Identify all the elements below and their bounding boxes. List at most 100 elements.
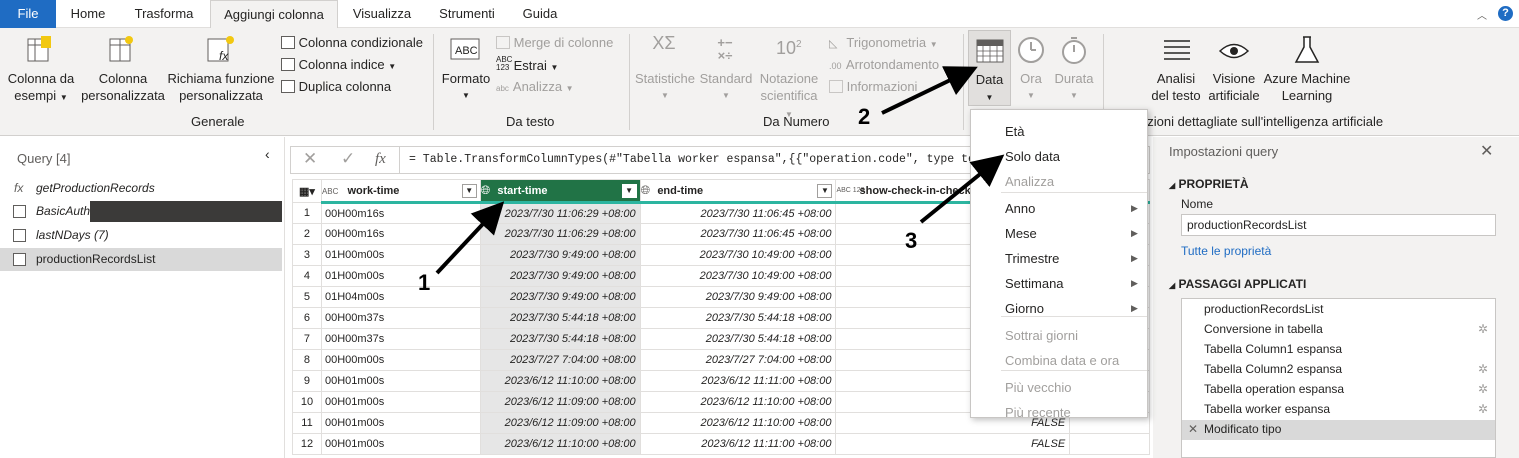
applied-steps-section[interactable]: ◢ PASSAGGI APPLICATI [1169,277,1306,291]
step-settings-gear-icon[interactable]: ✲ [1478,362,1488,376]
menu-item[interactable]: Età [1005,124,1025,139]
applied-step-item[interactable]: Tabella Column2 espansa [1204,362,1342,376]
cell-start-time[interactable]: 2023/6/12 11:10:00 +08:00 [479,370,641,392]
cell-end-time[interactable]: 2023/6/12 11:11:00 +08:00 [639,433,837,455]
formula-input[interactable]: = Table.TransformColumnTypes(#"Tabella w… [409,153,1003,166]
cell-end-time[interactable]: 2023/7/30 10:49:00 +08:00 [639,244,837,266]
cell-end-time[interactable]: 2023/7/30 5:44:18 +08:00 [639,307,837,329]
row-number[interactable]: 9 [292,370,322,392]
colonna-indice-button[interactable]: Colonna indice ▼ [281,56,396,76]
delete-step-icon[interactable]: ✕ [1188,422,1198,436]
row-number[interactable]: 10 [292,391,322,413]
data-button[interactable]: Data ▼ [968,30,1011,106]
visione-artificiale-button[interactable]: Visione artificiale [1206,70,1262,104]
menu-item[interactable]: Trimestre [1005,251,1059,266]
cell-start-time[interactable]: 2023/7/30 11:06:29 +08:00 [479,223,641,245]
query-item[interactable]: BasicAuth [0,200,282,223]
column-header-work-time[interactable]: ABC work-time ▼ [320,179,481,204]
collapse-panel-icon[interactable]: ‹ [265,146,270,162]
merge-colonne-button[interactable]: Merge di colonne [496,34,613,52]
applied-step-item[interactable]: Tabella operation espansa [1204,382,1344,396]
column-header-end-time[interactable]: 🌐︎ end-time ▼ [639,179,837,204]
applied-step-item[interactable]: Tabella Column1 espansa [1204,342,1342,356]
statistiche-button[interactable]: Statistiche ▼ [633,70,697,104]
query-name-input[interactable]: productionRecordsList [1181,214,1496,236]
colonna-condizionale-button[interactable]: Colonna condizionale [281,34,423,52]
cell-work-time[interactable]: 00H00m16s [320,223,481,245]
filter-dropdown-icon[interactable]: ▼ [461,184,477,198]
arrotondamento-button[interactable]: .00 Arrotondamento [829,56,939,75]
colonna-da-esempi-button[interactable]: Colonna da esempi ▼ [2,70,80,106]
cell-work-time[interactable]: 00H00m00s [320,349,481,371]
tab-home[interactable]: Home [60,0,116,28]
cell-end-time[interactable]: 2023/7/30 11:06:45 +08:00 [639,202,837,224]
table-menu-icon[interactable]: ▦▾ [292,179,322,203]
analizza-button[interactable]: abc Analizza ▼ [496,78,574,98]
cell-work-time[interactable]: 01H00m00s [320,265,481,287]
cancel-formula-icon[interactable]: ✕ [303,149,317,169]
cell-end-time[interactable]: 2023/6/12 11:11:00 +08:00 [639,370,837,392]
cell-show-check-in[interactable]: FALSE [835,433,1071,455]
applied-step-item[interactable]: Modificato tipo [1204,422,1281,436]
cell-start-time[interactable]: 2023/7/30 11:06:29 +08:00 [479,202,641,224]
cell-end-time[interactable]: 2023/7/27 7:04:00 +08:00 [639,349,837,371]
query-item-selected[interactable]: productionRecordsList [0,248,282,271]
query-item[interactable]: fx getProductionRecords [0,177,282,200]
step-settings-gear-icon[interactable]: ✲ [1478,402,1488,416]
tab-trasforma[interactable]: Trasforma [122,0,206,28]
column-header-start-time[interactable]: 🌐︎ start-time ▼ [479,179,641,204]
ora-button[interactable]: Ora ▼ [1012,70,1050,104]
row-number[interactable]: 5 [292,286,322,308]
cell-end-time[interactable]: 2023/7/30 5:44:18 +08:00 [639,328,837,350]
menu-item[interactable]: Giorno [1005,301,1044,316]
menu-item[interactable]: Settimana [1005,276,1064,291]
applied-step-item[interactable]: productionRecordsList [1204,302,1323,316]
applied-step-item[interactable]: Tabella worker espansa [1204,402,1330,416]
cell-start-time[interactable]: 2023/6/12 11:10:00 +08:00 [479,433,641,455]
tab-file[interactable]: File [0,0,56,28]
cell-start-time[interactable]: 2023/6/12 11:09:00 +08:00 [479,412,641,434]
cell-work-time[interactable]: 00H00m37s [320,307,481,329]
menu-item[interactable]: Anno [1005,201,1035,216]
row-number[interactable]: 12 [292,433,322,455]
durata-button[interactable]: Durata ▼ [1050,70,1098,104]
row-number[interactable]: 1 [292,202,322,224]
menu-item[interactable]: Sottrai giorni [1005,328,1078,343]
help-icon[interactable]: ? [1498,6,1513,21]
filter-dropdown-icon[interactable]: ▼ [621,184,637,198]
row-number[interactable]: 7 [292,328,322,350]
applied-step-item[interactable]: Conversione in tabella [1204,322,1323,336]
row-number[interactable]: 6 [292,307,322,329]
row-number[interactable]: 3 [292,244,322,266]
formato-button[interactable]: Formato ▼ [437,70,495,104]
cell-work-time[interactable]: 01H04m00s [320,286,481,308]
menu-item[interactable]: Più vecchio [1005,380,1071,395]
informazioni-button[interactable]: Informazioni [829,78,917,96]
cell-work-time[interactable]: 00H00m37s [320,328,481,350]
cell-end-time[interactable]: 2023/7/30 9:49:00 +08:00 [639,286,837,308]
cell-end-time[interactable]: 2023/6/12 11:10:00 +08:00 [639,412,837,434]
tab-strumenti[interactable]: Strumenti [428,0,506,28]
cell-end-time[interactable]: 2023/6/12 11:10:00 +08:00 [639,391,837,413]
menu-item[interactable]: Combina data e ora [1005,353,1119,368]
cell-work-time[interactable]: 00H00m16s [320,202,481,224]
tab-aggiungi-colonna[interactable]: Aggiungi colonna [210,0,338,29]
row-number[interactable]: 11 [292,412,322,434]
step-settings-gear-icon[interactable]: ✲ [1478,382,1488,396]
menu-item[interactable]: Solo data [1005,149,1060,164]
cell-start-time[interactable]: 2023/7/30 9:49:00 +08:00 [479,265,641,287]
cell-work-time[interactable]: 00H01m00s [320,412,481,434]
trigonometria-button[interactable]: ◺ Trigonometria ▼ [829,34,938,54]
colonna-personalizzata-button[interactable]: Colonna personalizzata [80,70,166,104]
step-settings-gear-icon[interactable]: ✲ [1478,322,1488,336]
all-properties-link[interactable]: Tutte le proprietà [1181,244,1271,258]
row-number[interactable]: 2 [292,223,322,245]
properties-section[interactable]: ◢ PROPRIETÀ [1169,177,1249,191]
row-number[interactable]: 4 [292,265,322,287]
estrai-button[interactable]: ABC 123 Estrai ▼ [496,56,558,77]
tab-visualizza[interactable]: Visualizza [343,0,421,28]
standard-button[interactable]: Standard ▼ [697,70,755,104]
cell-work-time[interactable]: 00H01m00s [320,391,481,413]
row-number[interactable]: 8 [292,349,322,371]
confirm-formula-icon[interactable]: ✓ [341,149,355,169]
